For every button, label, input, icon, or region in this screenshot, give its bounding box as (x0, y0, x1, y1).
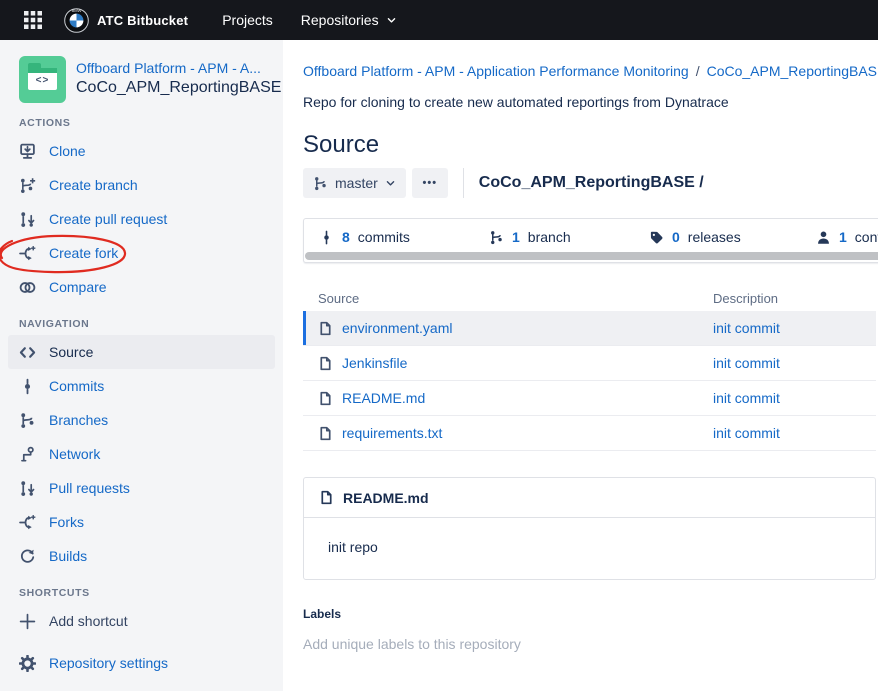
column-header-source: Source (303, 291, 713, 306)
branch-selector-button[interactable]: master (303, 168, 406, 198)
compare-icon (19, 279, 36, 296)
file-icon (318, 321, 333, 336)
pull-request-icon (19, 480, 36, 497)
repo-description: Repo for cloning to create new automated… (303, 94, 878, 110)
top-app-bar: BMW ATC Bitbucket Projects Repositories (0, 0, 878, 40)
sidebar-item-builds[interactable]: Builds (0, 539, 283, 573)
file-table-header: Source Description (303, 285, 876, 311)
labels-placeholder[interactable]: Add unique labels to this repository (303, 636, 878, 652)
file-link[interactable]: README.md (342, 390, 425, 406)
table-row[interactable]: README.md init commit (303, 381, 876, 416)
sidebar-item-branches[interactable]: Branches (0, 403, 283, 437)
commit-message-link[interactable]: init commit (713, 320, 780, 336)
fork-icon (19, 245, 36, 262)
sidebar-item-create-branch[interactable]: Create branch (0, 168, 283, 202)
sidebar-item-commits[interactable]: Commits (0, 369, 283, 403)
commit-icon (319, 230, 334, 245)
chevron-down-icon (386, 15, 397, 26)
network-icon (19, 446, 36, 463)
readme-content: init repo (304, 518, 875, 579)
stat-commits[interactable]: 8commits (319, 228, 410, 246)
commit-message-link[interactable]: init commit (713, 425, 780, 441)
chevron-down-icon (385, 178, 396, 189)
commit-icon (19, 378, 36, 395)
top-navigation: Projects Repositories (210, 4, 408, 36)
repo-stats-card: 8commits 1branch 0releases 1contributors (303, 218, 878, 263)
stat-releases[interactable]: 0releases (649, 228, 741, 246)
gear-icon (19, 655, 36, 672)
file-link[interactable]: environment.yaml (342, 320, 453, 336)
sidebar-item-repository-settings[interactable]: Repository settings (0, 646, 283, 680)
plus-icon (19, 613, 36, 630)
table-row[interactable]: requirements.txt init commit (303, 416, 876, 451)
section-label-actions: ACTIONS (19, 117, 283, 129)
page-title: Source (303, 130, 878, 160)
tag-icon (649, 230, 664, 245)
readme-panel: README.md init repo (303, 477, 876, 580)
svg-text:BMW: BMW (72, 8, 82, 13)
branch-icon (489, 230, 504, 245)
clone-icon (19, 143, 36, 160)
builds-icon (19, 548, 36, 565)
sidebar-item-source[interactable]: Source (8, 335, 275, 369)
breadcrumb-repo-link[interactable]: CoCo_APM_ReportingBASE (707, 63, 878, 79)
readme-title: README.md (343, 490, 429, 506)
stat-branches[interactable]: 1branch (489, 228, 571, 246)
pull-request-icon (19, 211, 36, 228)
repo-avatar[interactable]: <> (19, 56, 66, 103)
sidebar-item-forks[interactable]: Forks (0, 505, 283, 539)
commit-message-link[interactable]: init commit (713, 355, 780, 371)
fork-icon (19, 514, 36, 531)
file-link[interactable]: requirements.txt (342, 425, 442, 441)
file-icon (318, 426, 333, 441)
stat-contributors[interactable]: 1contributors (816, 228, 878, 246)
sidebar-item-compare[interactable]: Compare (0, 270, 283, 304)
sidebar-item-create-pull-request[interactable]: Create pull request (0, 202, 283, 236)
section-label-shortcuts: SHORTCUTS (19, 587, 283, 599)
breadcrumb-separator: / (696, 63, 700, 79)
column-header-description: Description (713, 291, 778, 306)
section-label-navigation: NAVIGATION (19, 318, 283, 330)
bitbucket-home-link[interactable]: BMW ATC Bitbucket (64, 8, 188, 33)
breadcrumb: Offboard Platform - APM - Application Pe… (303, 63, 878, 79)
labels-heading: Labels (303, 607, 878, 621)
commit-message-link[interactable]: init commit (713, 390, 780, 406)
repo-header: <> Offboard Platform - APM - A... CoCo_A… (0, 56, 283, 103)
file-icon (318, 356, 333, 371)
branch-icon (19, 412, 36, 429)
app-switcher-icon[interactable] (16, 4, 50, 36)
file-table: Source Description environment.yaml init… (303, 285, 876, 451)
table-row[interactable]: Jenkinsfile init commit (303, 346, 876, 381)
project-link[interactable]: Offboard Platform - APM - A... (76, 60, 269, 76)
branch-icon (313, 176, 328, 191)
repo-path[interactable]: CoCo_APM_ReportingBASE / (479, 174, 704, 192)
sidebar-item-add-shortcut[interactable]: Add shortcut (0, 604, 283, 638)
table-row[interactable]: environment.yaml init commit (303, 311, 876, 346)
bmw-logo-icon: BMW (64, 8, 89, 33)
breadcrumb-project-link[interactable]: Offboard Platform - APM - Application Pe… (303, 63, 689, 79)
source-toolbar: master ••• CoCo_APM_ReportingBASE / (303, 168, 878, 198)
file-icon (319, 490, 334, 505)
toolbar-divider (463, 168, 464, 198)
more-actions-button[interactable]: ••• (412, 168, 448, 198)
folder-code-icon: <> (28, 68, 57, 90)
file-link[interactable]: Jenkinsfile (342, 355, 407, 371)
app-title: ATC Bitbucket (97, 13, 188, 28)
sidebar-item-create-fork[interactable]: Create fork (0, 236, 283, 270)
sidebar-item-clone[interactable]: Clone (0, 134, 283, 168)
horizontal-scrollbar[interactable] (305, 252, 878, 260)
code-icon (19, 344, 36, 361)
create-branch-icon (19, 177, 36, 194)
repo-name: CoCo_APM_ReportingBASE (76, 79, 269, 97)
sidebar-item-network[interactable]: Network (0, 437, 283, 471)
file-icon (318, 391, 333, 406)
person-icon (816, 230, 831, 245)
nav-repositories[interactable]: Repositories (289, 4, 409, 36)
repository-sidebar: <> Offboard Platform - APM - A... CoCo_A… (0, 40, 283, 691)
main-content: Offboard Platform - APM - Application Pe… (283, 40, 878, 691)
readme-header: README.md (304, 478, 875, 518)
nav-projects[interactable]: Projects (210, 4, 285, 36)
sidebar-item-pull-requests[interactable]: Pull requests (0, 471, 283, 505)
